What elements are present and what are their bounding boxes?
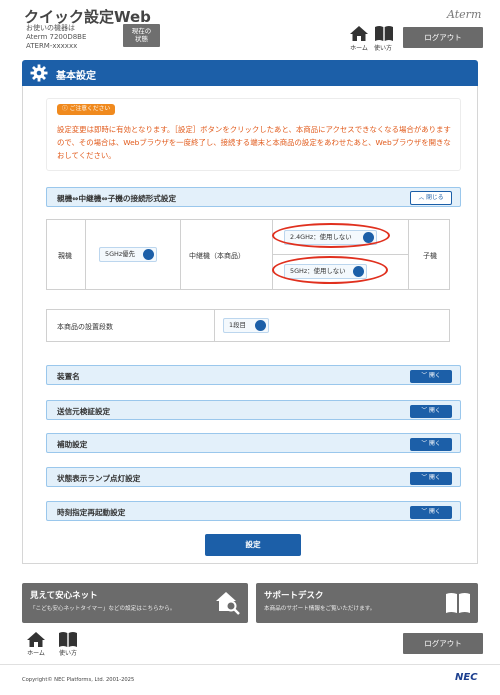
- expand-button[interactable]: ﹀ 開く: [410, 405, 452, 418]
- safety-net-card[interactable]: 見えて安心ネット 「こども安心ネットタイマー」などの設定はこちらから。: [22, 583, 248, 623]
- expand-button[interactable]: ﹀ 開く: [410, 472, 452, 485]
- support-desk-desc: 本商品のサポート情報をご覧いただけます。: [264, 606, 376, 612]
- page-header: クイック設定Web お使いの機器は Aterm 7200D8BE ATERM-x…: [0, 0, 500, 56]
- house-search-icon: [216, 592, 240, 615]
- chevron-down-icon: ﹀: [421, 509, 428, 515]
- section-header[interactable]: 送信元検証設定 ﹀ 開く: [46, 400, 461, 420]
- support-desk-card[interactable]: サポートデスク 本商品のサポート情報をご覧いただけます。: [256, 583, 478, 623]
- section-header[interactable]: 装置名 ﹀ 開く: [46, 365, 461, 385]
- divider: [214, 310, 215, 341]
- divider: [408, 220, 409, 289]
- parent-label: 親機: [58, 252, 72, 260]
- section-connection-header[interactable]: 親機⇔中継機⇔子機の接続形式設定 ︿ 閉じる: [46, 187, 461, 207]
- footer-home-label[interactable]: ホーム: [21, 648, 51, 657]
- tier-select[interactable]: 1段目: [223, 318, 269, 333]
- relay-label: 中継機（本商品）: [189, 252, 245, 260]
- expand-button[interactable]: ﹀ 開く: [410, 370, 452, 383]
- device-model: Aterm 7200D8BE: [26, 33, 87, 41]
- child-label: 子機: [423, 252, 437, 260]
- expand-label: 開く: [429, 509, 441, 515]
- footer-logout-button[interactable]: ログアウト: [403, 633, 483, 654]
- divider: [272, 254, 408, 255]
- tier-label: 本商品の設置段数: [57, 323, 113, 331]
- status-button-line1: 現在の: [131, 27, 152, 35]
- safety-net-title: 見えて安心ネット: [30, 591, 98, 601]
- footer-divider: [0, 664, 500, 665]
- section-title: 補助設定: [57, 440, 88, 449]
- open-book-icon: [446, 593, 470, 613]
- status-button-line2: 状態: [135, 35, 148, 43]
- safety-net-desc: 「こども安心ネットタイマー」などの設定はこちらから。: [30, 606, 176, 612]
- section-header[interactable]: 状態表示ランプ点灯設定 ﹀ 開く: [46, 467, 461, 487]
- submit-button[interactable]: 設定: [205, 534, 301, 556]
- copyright: Copyright© NEC Platforms, Ltd. 2001-2025: [22, 677, 135, 683]
- expand-button[interactable]: ﹀ 開く: [410, 438, 452, 451]
- logout-button[interactable]: ログアウト: [403, 27, 483, 48]
- aterm-logo: Aterm: [447, 8, 482, 21]
- device-caption: お使いの機器は: [26, 24, 75, 32]
- caution-badge: ⓘ ご注意ください: [57, 104, 116, 115]
- divider: [85, 220, 86, 289]
- section-title: 装置名: [57, 372, 80, 381]
- chevron-down-icon: ﹀: [421, 475, 428, 481]
- section-connection-title: 親機⇔中継機⇔子機の接続形式設定: [57, 194, 177, 203]
- section-title: 送信元検証設定: [57, 407, 111, 416]
- collapse-button[interactable]: ︿ 閉じる: [410, 191, 452, 205]
- expand-label: 開く: [429, 441, 441, 447]
- page-title-bar: 基本設定: [22, 60, 478, 86]
- chevron-down-icon: ﹀: [421, 441, 428, 447]
- warning-icon: ⓘ: [62, 106, 70, 112]
- chevron-down-icon: [143, 249, 154, 260]
- section-header[interactable]: 時刻指定再起動設定 ﹀ 開く: [46, 501, 461, 521]
- chevron-down-icon: ﹀: [421, 373, 428, 379]
- caution-box: ⓘ ご注意ください 設定変更は即時に有効となります。［設定］ボタンをクリックした…: [46, 98, 461, 171]
- expand-button[interactable]: ﹀ 開く: [410, 506, 452, 519]
- status-button[interactable]: 現在の 状態: [123, 24, 160, 47]
- section-title: 状態表示ランプ点灯設定: [57, 474, 141, 483]
- chevron-up-icon: ︿: [418, 195, 425, 201]
- tier-table: 本商品の設置段数 1段目: [46, 309, 450, 342]
- section-title: 時刻指定再起動設定: [57, 508, 126, 517]
- connection-table: 親機 5GHz優先 中継機（本商品） 2.4GHz：使用しない 5GHz：使用し…: [46, 219, 450, 290]
- help-label[interactable]: 使い方: [368, 43, 398, 52]
- divider: [180, 220, 181, 289]
- expand-label: 開く: [429, 408, 441, 414]
- support-desk-title: サポートデスク: [264, 591, 324, 601]
- footer-help-label[interactable]: 使い方: [53, 648, 83, 657]
- expand-label: 開く: [429, 373, 441, 379]
- highlight-ring-24ghz: [272, 223, 390, 248]
- device-info: お使いの機器は Aterm 7200D8BE ATERM-xxxxxx: [26, 24, 86, 51]
- tier-value: 1段目: [229, 321, 246, 329]
- nec-logo: NEC: [455, 672, 478, 683]
- caution-text: 設定変更は即時に有効となります。［設定］ボタンをクリックしたあと、本商品にアクセ…: [57, 125, 451, 160]
- device-ssid: ATERM-xxxxxx: [26, 42, 78, 50]
- chevron-down-icon: [255, 320, 266, 331]
- parent-band-value: 5GHz優先: [105, 250, 135, 258]
- caution-badge-label: ご注意ください: [69, 106, 111, 112]
- expand-label: 開く: [429, 475, 441, 481]
- page-title: 基本設定: [56, 71, 96, 82]
- chevron-down-icon: ﹀: [421, 408, 428, 414]
- collapse-label: 閉じる: [426, 195, 444, 201]
- parent-band-select[interactable]: 5GHz優先: [99, 247, 157, 262]
- gear-icon: [30, 64, 48, 82]
- highlight-ring-5ghz: [272, 256, 388, 284]
- section-header[interactable]: 補助設定 ﹀ 開く: [46, 433, 461, 453]
